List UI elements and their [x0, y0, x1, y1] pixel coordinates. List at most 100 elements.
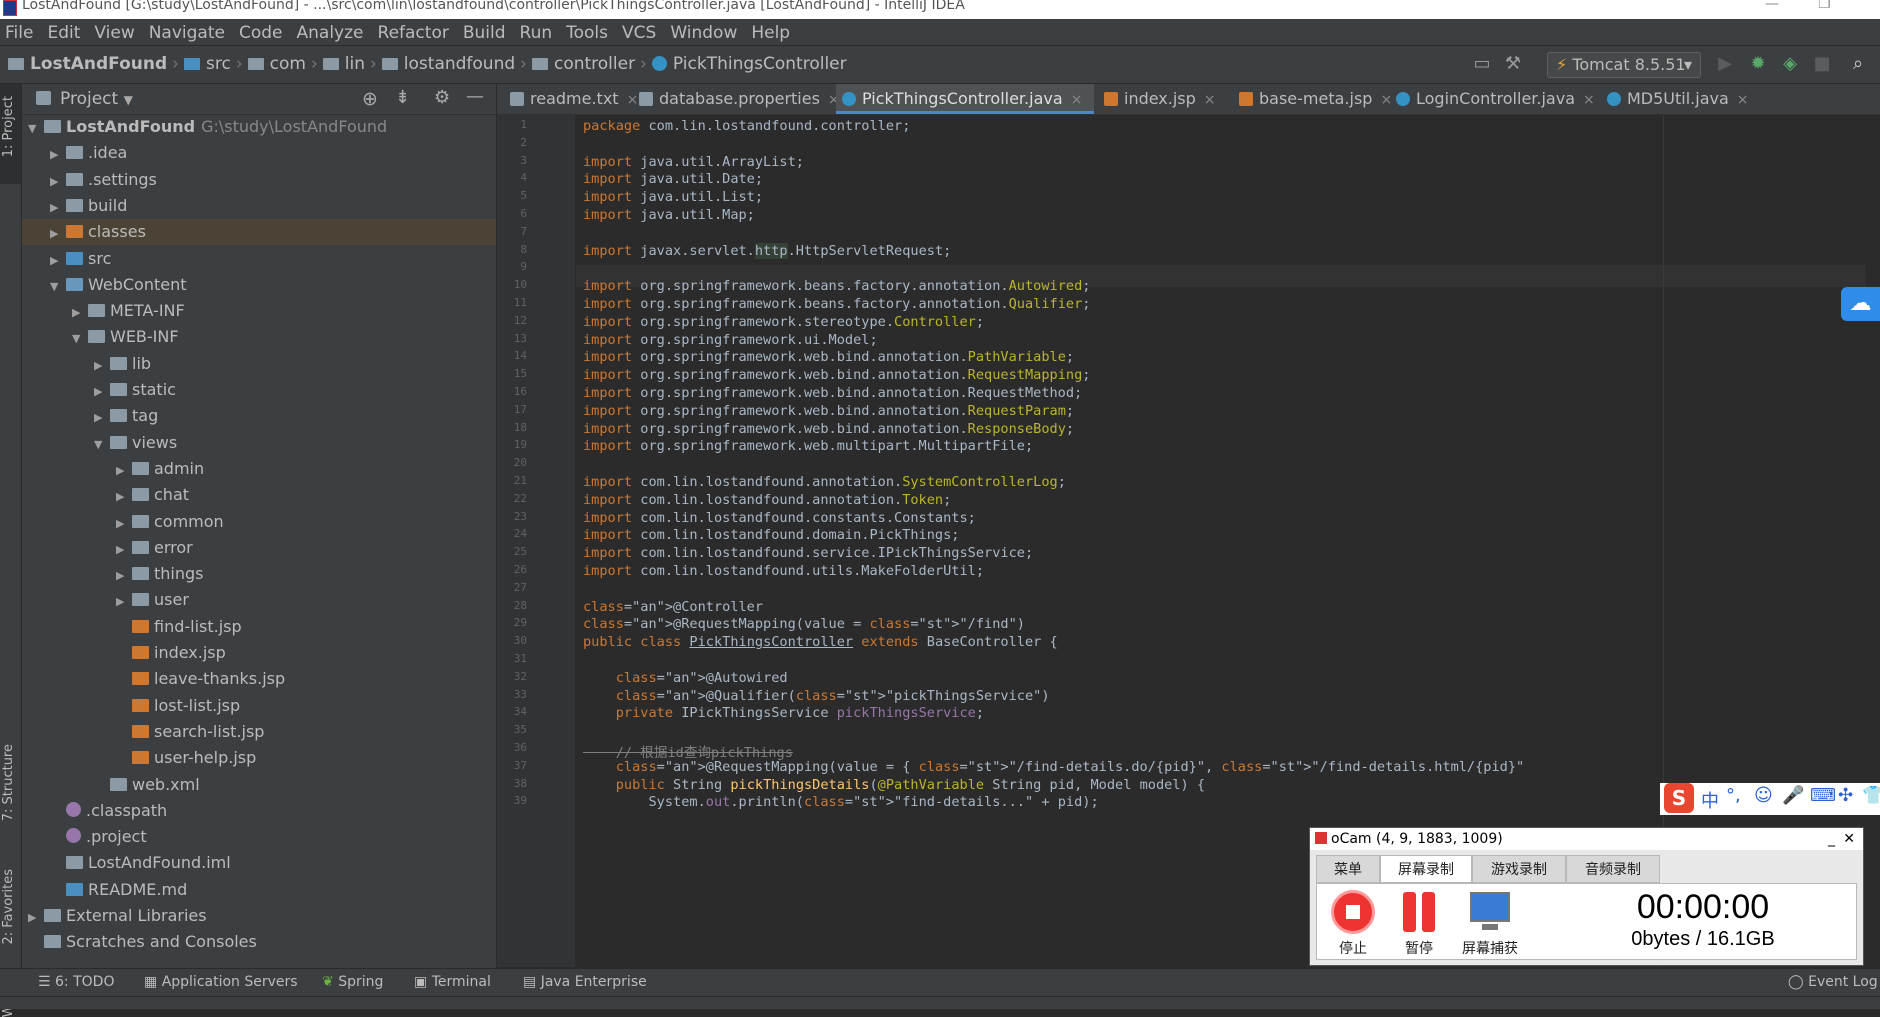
code-line[interactable]: import org.springframework.ui.Model;: [583, 332, 878, 348]
minimize-icon[interactable]: —: [1765, 0, 1779, 11]
code-line[interactable]: public String pickThingsDetails(@PathVar…: [583, 777, 1205, 793]
code-line[interactable]: import com.lin.lostandfound.domain.PickT…: [583, 527, 959, 543]
toolbox-icon[interactable]: ✣: [1838, 785, 1853, 806]
tab-pickthingscontroller-java[interactable]: PickThingsController.java ×: [836, 84, 1094, 114]
code-line[interactable]: public class PickThingsController extend…: [583, 634, 1058, 650]
tree-item[interactable]: ▶ chat: [116, 482, 189, 508]
code-line[interactable]: import com.lin.lostandfound.constants.Co…: [583, 510, 976, 526]
app-servers-tool-button[interactable]: ▦ Application Servers: [144, 974, 298, 990]
tree-item[interactable]: ▼ WebContent: [50, 272, 187, 298]
code-line[interactable]: import java.util.List;: [583, 189, 763, 205]
ime-language[interactable]: 中: [1701, 787, 1719, 813]
expanded-arrow-icon[interactable]: ▼: [28, 116, 42, 142]
build-hammer-icon[interactable]: ⚒: [1503, 54, 1523, 74]
gear-icon[interactable]: ⚙: [434, 87, 450, 108]
breadcrumb-item[interactable]: LostAndFound: [8, 54, 167, 74]
tree-item[interactable]: ▶ things: [116, 561, 204, 587]
pause-button[interactable]: 暂停: [1389, 890, 1449, 958]
favorites-tool-button[interactable]: 2: Favorites: [1, 869, 16, 945]
keyboard-icon[interactable]: ⌨: [1810, 785, 1836, 806]
close-tab-icon[interactable]: ×: [1737, 92, 1749, 108]
collapsed-arrow-icon[interactable]: ▶: [94, 405, 108, 431]
menu-edit[interactable]: Edit: [42, 19, 80, 47]
code-line[interactable]: import com.lin.lostandfound.annotation.T…: [583, 492, 951, 508]
tree-item[interactable]: lost-list.jsp: [116, 693, 240, 719]
breadcrumb-item[interactable]: lostandfound: [381, 54, 515, 74]
breadcrumb-item[interactable]: controller: [531, 54, 635, 74]
ocam-tab-audio-record[interactable]: 音频录制: [1566, 855, 1660, 883]
collapsed-arrow-icon[interactable]: ▶: [116, 589, 130, 615]
expanded-arrow-icon[interactable]: ▼: [50, 274, 64, 300]
breadcrumb-item[interactable]: PickThingsController: [651, 54, 847, 74]
code-line[interactable]: import org.springframework.web.bind.anno…: [583, 403, 1074, 419]
tab-logincontroller-java[interactable]: LoginController.java ×: [1390, 84, 1603, 114]
terminal-tool-button[interactable]: ▣ Terminal: [414, 974, 491, 990]
code-line[interactable]: System.out.println(class="st">"find-deta…: [583, 794, 1098, 810]
code-line[interactable]: import com.lin.lostandfound.service.IPic…: [583, 545, 1033, 561]
skin-icon[interactable]: 👕: [1862, 785, 1880, 806]
tree-item[interactable]: search-list.jsp: [116, 719, 264, 745]
code-line[interactable]: private IPickThingsService pickThingsSer…: [583, 705, 984, 721]
run-icon[interactable]: ▶: [1715, 54, 1735, 74]
tree-item[interactable]: user-help.jsp: [116, 745, 256, 771]
stop-icon[interactable]: ■: [1812, 54, 1832, 74]
collapsed-arrow-icon[interactable]: ▶: [116, 537, 130, 563]
code-line[interactable]: import org.springframework.web.bind.anno…: [583, 367, 1090, 383]
layout-icon[interactable]: ▭: [1472, 54, 1492, 74]
collapsed-arrow-icon[interactable]: ▶: [116, 458, 130, 484]
tree-item[interactable]: find-list.jsp: [116, 614, 242, 640]
microphone-icon[interactable]: 🎤: [1782, 785, 1804, 806]
tree-item[interactable]: ▶ .idea: [50, 140, 127, 166]
tree-item[interactable]: ▼ WEB-INF: [72, 324, 179, 350]
menu-vcs[interactable]: VCS: [617, 19, 656, 47]
tree-item[interactable]: ▶ META-INF: [72, 298, 185, 324]
sogou-icon[interactable]: S: [1664, 783, 1694, 813]
project-tool-button[interactable]: 1: Project: [1, 96, 16, 157]
coverage-icon[interactable]: ◈: [1780, 54, 1800, 74]
tree-item[interactable]: ▼ LostAndFound G:\study\LostAndFound: [28, 114, 387, 140]
tree-item[interactable]: LostAndFound.iml: [50, 850, 231, 876]
menu-code[interactable]: Code: [234, 19, 283, 47]
expanded-arrow-icon[interactable]: ▼: [72, 326, 86, 352]
tab-index-jsp[interactable]: index.jsp ×: [1098, 84, 1235, 114]
stop-button[interactable]: 停止: [1323, 890, 1383, 958]
tree-item[interactable]: leave-thanks.jsp: [116, 666, 285, 692]
menu-navigate[interactable]: Navigate: [144, 19, 225, 47]
baidu-cloud-icon[interactable]: ☁: [1841, 287, 1880, 321]
code-line[interactable]: import org.springframework.web.multipart…: [583, 438, 1033, 454]
code-line[interactable]: class="an">@Autowired: [583, 670, 788, 686]
tree-item[interactable]: ▶ static: [94, 377, 176, 403]
collapsed-arrow-icon[interactable]: ▶: [94, 353, 108, 379]
code-line[interactable]: import org.springframework.web.bind.anno…: [583, 349, 1074, 365]
code-line[interactable]: import java.util.Date;: [583, 171, 763, 187]
punctuation-icon[interactable]: °,: [1726, 785, 1741, 806]
code-line[interactable]: import java.util.ArrayList;: [583, 154, 804, 170]
collapsed-arrow-icon[interactable]: ▶: [50, 248, 64, 274]
locate-icon[interactable]: ⊕: [362, 88, 378, 110]
run-configuration-select[interactable]: ⚡ Tomcat 8.5.51 ▾: [1547, 52, 1701, 78]
tree-item[interactable]: ▼ views: [94, 430, 177, 456]
collapsed-arrow-icon[interactable]: ▶: [72, 300, 86, 326]
collapse-all-icon[interactable]: ⇟: [395, 87, 410, 108]
code-line[interactable]: import org.springframework.web.bind.anno…: [583, 385, 1082, 401]
search-icon[interactable]: ⌕: [1848, 54, 1868, 74]
collapsed-arrow-icon[interactable]: ▶: [116, 484, 130, 510]
menu-run[interactable]: Run: [515, 19, 553, 47]
collapsed-arrow-icon[interactable]: ▶: [50, 142, 64, 168]
close-tab-icon[interactable]: ×: [1583, 92, 1595, 108]
menu-build[interactable]: Build: [458, 19, 506, 47]
collapsed-arrow-icon[interactable]: ▶: [116, 511, 130, 537]
tree-item[interactable]: .classpath: [50, 798, 167, 824]
screen-capture-button[interactable]: 屏幕捕获: [1455, 890, 1525, 958]
tab-md5util-java[interactable]: MD5Util.java ×: [1601, 84, 1755, 114]
ocam-tab-screen-record[interactable]: 屏幕录制: [1380, 855, 1472, 883]
code-line[interactable]: import com.lin.lostandfound.annotation.S…: [583, 474, 1066, 490]
collapsed-arrow-icon[interactable]: ▶: [50, 169, 64, 195]
spring-tool-button[interactable]: ❦ Spring: [322, 974, 383, 990]
tree-item[interactable]: ▶ user: [116, 587, 189, 613]
tab-base-meta-jsp[interactable]: base-meta.jsp ×: [1233, 84, 1392, 114]
debug-icon[interactable]: ✹: [1748, 54, 1768, 74]
close-icon[interactable]: ✕: [1843, 828, 1855, 850]
todo-tool-button[interactable]: ☰ 6: TODO: [38, 974, 114, 990]
tree-item[interactable]: Scratches and Consoles: [28, 929, 257, 955]
